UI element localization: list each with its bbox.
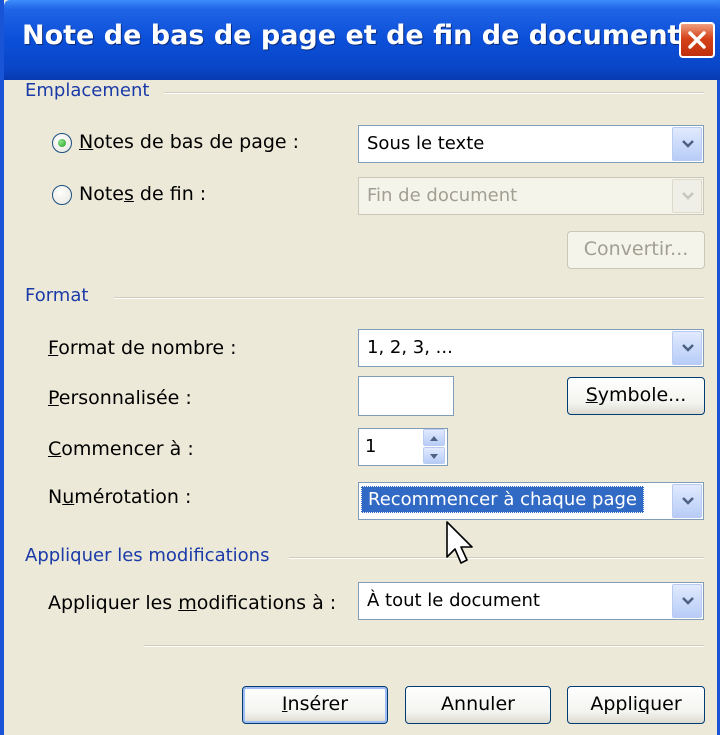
footnotes-position-value: Sous le texte (367, 133, 485, 154)
label-part: ormat de nombre : (58, 337, 237, 359)
close-icon (688, 31, 706, 49)
label-accelerator: C (48, 438, 62, 460)
endnotes-position-value: Fin de document (367, 185, 518, 206)
label-accelerator: F (48, 337, 59, 359)
dropdown-button[interactable] (672, 484, 702, 518)
group-separator (289, 557, 704, 559)
chevron-down-icon (682, 497, 694, 505)
chevron-down-icon (682, 597, 694, 605)
apply-to-select[interactable]: À tout le document (358, 582, 704, 620)
close-button[interactable] (679, 22, 715, 58)
group-separator (114, 297, 704, 299)
start-at-value: 1 (365, 436, 377, 457)
start-at-spinner[interactable] (423, 429, 445, 465)
footnotes-position-select[interactable]: Sous le texte (358, 125, 704, 163)
numbering-label: Numérotation : (48, 486, 191, 508)
label-accelerator: S (585, 384, 598, 406)
label-accelerator: u (62, 486, 75, 508)
group-separator (164, 92, 704, 94)
bottom-separator (144, 645, 704, 647)
label-part: Appliquer les (48, 592, 179, 614)
chevron-down-icon (430, 454, 438, 459)
label-part: ersonnalisée : (58, 387, 192, 409)
chevron-down-icon (682, 140, 694, 148)
endnotes-position-select: Fin de document (358, 177, 704, 215)
label-part: N (48, 486, 63, 508)
label-part: nsérer (287, 693, 349, 715)
chevron-down-icon (682, 192, 694, 200)
label-part: uer (650, 693, 682, 715)
footnotes-radio[interactable] (52, 133, 72, 153)
dropdown-button[interactable] (672, 584, 702, 618)
endnotes-label[interactable]: Notes de fin : (79, 183, 206, 205)
spin-up-button[interactable] (423, 429, 445, 446)
start-at-label: Commencer à : (48, 438, 194, 460)
convert-button: Convertir... (567, 231, 705, 269)
dropdown-button (672, 179, 702, 213)
symbol-button[interactable]: Symbole... (567, 377, 705, 415)
apply-to-value: À tout le document (367, 590, 540, 611)
apply-to-label: Appliquer les modifications à : (48, 592, 336, 614)
label-part: ymbole... (597, 384, 687, 406)
label-accelerator: m (178, 592, 197, 614)
label-part: de fin : (133, 183, 207, 205)
label-part: ommencer à : (61, 438, 194, 460)
start-at-input[interactable]: 1 (358, 428, 448, 466)
apply-button[interactable]: Appliquer (567, 686, 705, 724)
dropdown-button[interactable] (672, 331, 702, 365)
endnotes-radio[interactable] (52, 185, 72, 205)
insert-button[interactable]: Insérer (242, 686, 388, 724)
label-accelerator: P (48, 387, 59, 409)
label-part: Note (79, 183, 124, 205)
numbering-select[interactable]: Recommencer à chaque page (358, 482, 704, 520)
spin-down-button[interactable] (423, 447, 445, 464)
number-format-label: Format de nombre : (48, 337, 237, 359)
dialog-title: Note de bas de page et de fin de documen… (22, 20, 681, 51)
group-label-format: Format (25, 285, 99, 306)
label-accelerator: N (79, 131, 94, 153)
label-accelerator: q (638, 693, 651, 715)
title-bar[interactable]: Note de bas de page et de fin de documen… (4, 0, 720, 80)
group-label-apply: Appliquer les modifications (25, 545, 280, 566)
label-part: Appli (590, 693, 639, 715)
custom-mark-label: Personnalisée : (48, 387, 192, 409)
label-part: mérotation : (74, 486, 192, 508)
footnote-dialog: Note de bas de page et de fin de documen… (0, 0, 720, 735)
number-format-select[interactable]: 1, 2, 3, ... (358, 329, 704, 367)
dropdown-button[interactable] (672, 127, 702, 161)
number-format-value: 1, 2, 3, ... (367, 337, 453, 358)
chevron-down-icon (682, 344, 694, 352)
custom-mark-input[interactable] (358, 376, 454, 416)
label-part: odifications à : (196, 592, 337, 614)
mouse-pointer-icon (446, 521, 473, 564)
label-part: otes de bas de page : (93, 131, 300, 153)
radio-selected-dot (58, 139, 66, 147)
footnotes-label[interactable]: Notes de bas de page : (79, 131, 299, 153)
cancel-button[interactable]: Annuler (405, 686, 551, 724)
chevron-up-icon (430, 436, 438, 441)
group-label-emplacement: Emplacement (25, 80, 160, 101)
numbering-value: Recommencer à chaque page (361, 486, 644, 513)
label-accelerator: s (123, 183, 134, 205)
